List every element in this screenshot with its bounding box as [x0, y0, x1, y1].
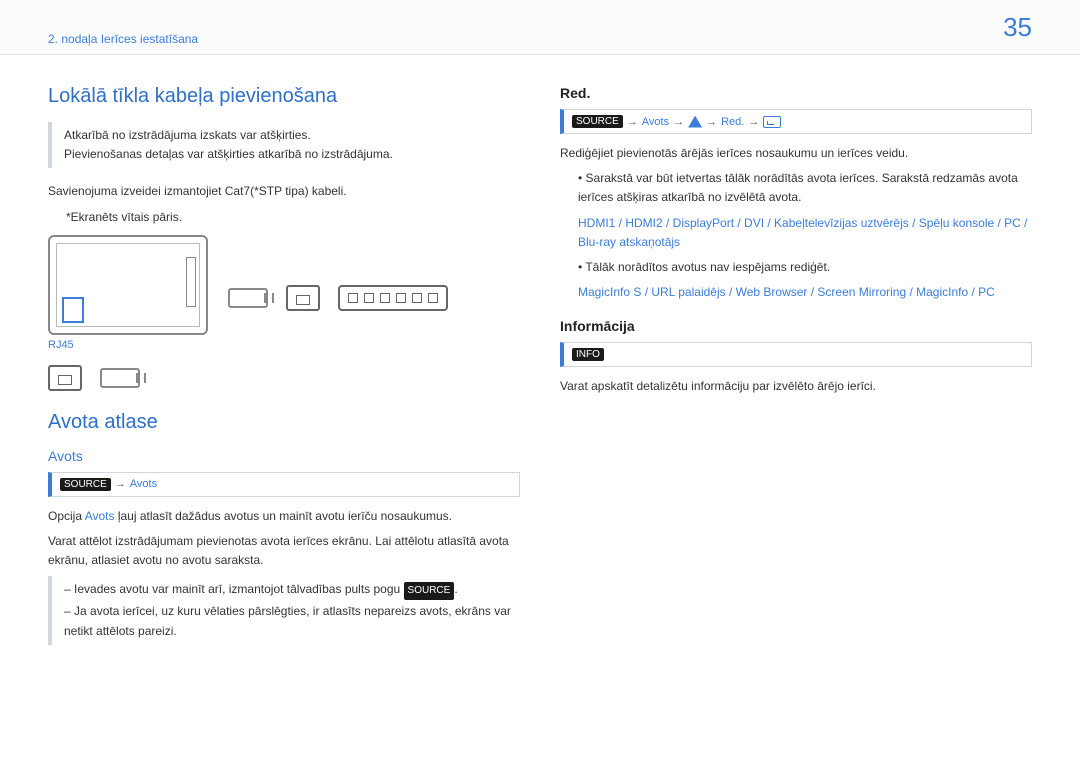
note-source-switch: – Ievades avotu var mainīt arī, izmantoj… [48, 576, 520, 644]
text-connection: Savienojuma izveidei izmantojiet Cat7(*S… [48, 182, 520, 201]
text-display-source: Varat attēlot izstrādājumam pievienotas … [48, 532, 520, 570]
diagram-hub-side [228, 235, 448, 311]
ethernet-port-icon [286, 285, 320, 311]
arrow-icon: → [673, 116, 684, 128]
note-line: – Ievades avotu var mainīt arī, izmantoj… [64, 580, 512, 600]
chapter-label: 2. nodaļa Ierīces iestatīšana [48, 32, 198, 46]
text-edit-desc: Rediģējiet pievienotās ārējās ierīces no… [560, 144, 1032, 163]
left-column: Lokālā tīkla kabeļa pievienošana Atkarīb… [48, 85, 520, 659]
rj45-port-icon [62, 297, 84, 323]
enter-icon [763, 116, 781, 128]
arrow-icon: → [748, 116, 759, 128]
nav-path-edit: SOURCE → Avots → → Red. → [560, 109, 1032, 134]
page-number: 35 [1003, 12, 1032, 43]
page-header: 2. nodaļa Ierīces iestatīšana 35 [0, 0, 1080, 55]
ethernet-port-icon [48, 365, 82, 391]
arrow-icon: → [627, 116, 638, 128]
source-list-block: • Sarakstā var būt ietvertas tālāk norād… [560, 169, 1032, 302]
info-button-badge: INFO [572, 348, 604, 361]
arrow-icon: → [706, 116, 717, 128]
bullet-text: • Tālāk norādītos avotus nav iespējams r… [578, 258, 1032, 277]
editable-sources-list: HDMI1 / HDMI2 / DisplayPort / DVI / Kabe… [578, 214, 1032, 252]
heading-lan-cable: Lokālā tīkla kabeļa pievienošana [48, 85, 520, 108]
note-appearance: Atkarībā no izstrādājuma izskats var atš… [48, 122, 520, 168]
subheading-edit: Red. [560, 85, 1032, 101]
network-hub-icon [338, 285, 448, 311]
device-illustration [48, 235, 208, 335]
diagram-device: RJ45 [48, 235, 208, 391]
note-line: – Ja avota ierīcei, uz kuru vēlaties pār… [64, 602, 512, 640]
nav-path-source: SOURCE → Avots [48, 472, 520, 497]
text-info-desc: Varat apskatīt detalizētu informāciju pa… [560, 377, 1032, 396]
text-stp: *Ekranēts vītais pāris. [48, 208, 520, 227]
path-step: Avots [130, 478, 157, 490]
diagram-lan: RJ45 [48, 235, 520, 391]
subheading-info: Informācija [560, 318, 1032, 334]
rj45-label: RJ45 [48, 339, 208, 351]
up-triangle-icon [688, 116, 702, 128]
heading-source-select: Avota atlase [48, 411, 520, 434]
cable-plug-icon [228, 288, 268, 308]
source-button-badge: SOURCE [572, 115, 623, 128]
path-step: Red. [721, 116, 744, 128]
right-column: Red. SOURCE → Avots → → Red. → Rediģējie… [560, 85, 1032, 659]
subheading-source: Avots [48, 448, 520, 464]
source-button-badge: SOURCE [60, 478, 111, 491]
note-line: Pievienošanas detaļas var atšķirties atk… [64, 145, 512, 164]
path-step: Avots [642, 116, 669, 128]
bullet-text: • Sarakstā var būt ietvertas tālāk norād… [578, 169, 1032, 207]
cable-plug-icon [100, 368, 140, 388]
noneditable-sources-list: MagicInfo S / URL palaidējs / Web Browse… [578, 283, 1032, 302]
note-line: Atkarībā no izstrādājuma izskats var atš… [64, 126, 512, 145]
page-content: Lokālā tīkla kabeļa pievienošana Atkarīb… [0, 55, 1080, 659]
nav-path-info: INFO [560, 342, 1032, 367]
source-button-badge: SOURCE [404, 582, 455, 600]
text-option-source: Opcija Avots ļauj atlasīt dažādus avotus… [48, 507, 520, 526]
arrow-icon: → [115, 478, 126, 490]
